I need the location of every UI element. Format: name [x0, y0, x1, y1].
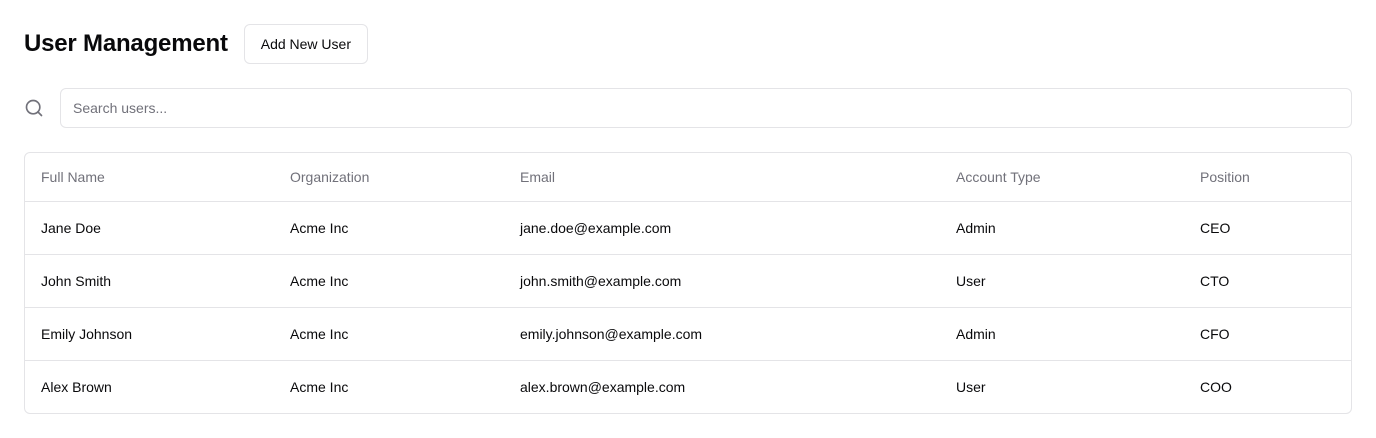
table-row[interactable]: Emily Johnson Acme Inc emily.johnson@exa… [25, 307, 1351, 360]
cell-organization: Acme Inc [290, 325, 349, 342]
column-header-account-type[interactable]: Account Type [940, 153, 1184, 201]
search-bar [24, 88, 1352, 128]
table-row[interactable]: Jane Doe Acme Inc jane.doe@example.com A… [25, 201, 1351, 254]
cell-position: CEO [1200, 219, 1231, 236]
cell-organization: Acme Inc [290, 378, 349, 395]
cell-organization: Acme Inc [290, 272, 349, 289]
column-header-position[interactable]: Position [1184, 153, 1351, 201]
cell-organization: Acme Inc [290, 219, 349, 236]
cell-full-name: Jane Doe [41, 219, 101, 236]
cell-account-type: Admin [956, 325, 996, 342]
page-title: User Management [24, 30, 228, 57]
cell-email: alex.brown@example.com [520, 378, 686, 395]
search-icon [24, 98, 44, 118]
table-row[interactable]: Alex Brown Acme Inc alex.brown@example.c… [25, 360, 1351, 413]
cell-email: jane.doe@example.com [520, 219, 672, 236]
cell-account-type: User [956, 378, 986, 395]
cell-position: COO [1200, 378, 1232, 395]
table-row[interactable]: John Smith Acme Inc john.smith@example.c… [25, 254, 1351, 307]
table-header-row: Full Name Organization Email Account Typ… [25, 153, 1351, 201]
search-input[interactable] [60, 88, 1352, 128]
cell-email: emily.johnson@example.com [520, 325, 703, 342]
column-header-organization[interactable]: Organization [274, 153, 504, 201]
cell-account-type: User [956, 272, 986, 289]
user-management-page: User Management Add New User Full Name O… [0, 0, 1376, 438]
column-header-full-name[interactable]: Full Name [25, 153, 274, 201]
cell-position: CFO [1200, 325, 1230, 342]
users-table: Full Name Organization Email Account Typ… [24, 152, 1352, 414]
cell-email: john.smith@example.com [520, 272, 682, 289]
add-new-user-button[interactable]: Add New User [243, 24, 368, 64]
cell-full-name: Alex Brown [41, 378, 112, 395]
cell-full-name: Emily Johnson [41, 325, 133, 342]
cell-position: CTO [1200, 272, 1230, 289]
cell-full-name: John Smith [41, 272, 112, 289]
page-header: User Management Add New User [24, 24, 1352, 64]
cell-account-type: Admin [956, 219, 996, 236]
column-header-email[interactable]: Email [504, 153, 940, 201]
